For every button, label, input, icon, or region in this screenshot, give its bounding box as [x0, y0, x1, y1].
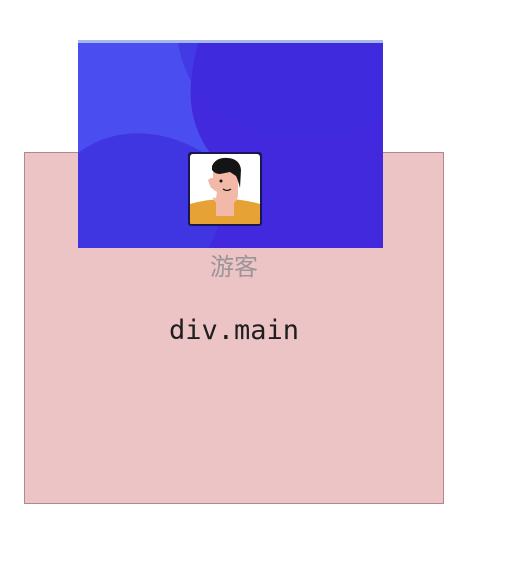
header-banner — [78, 40, 383, 248]
guest-label: 游客 — [210, 253, 258, 281]
user-avatar-icon[interactable] — [188, 152, 262, 226]
main-label: div.main — [168, 315, 300, 346]
